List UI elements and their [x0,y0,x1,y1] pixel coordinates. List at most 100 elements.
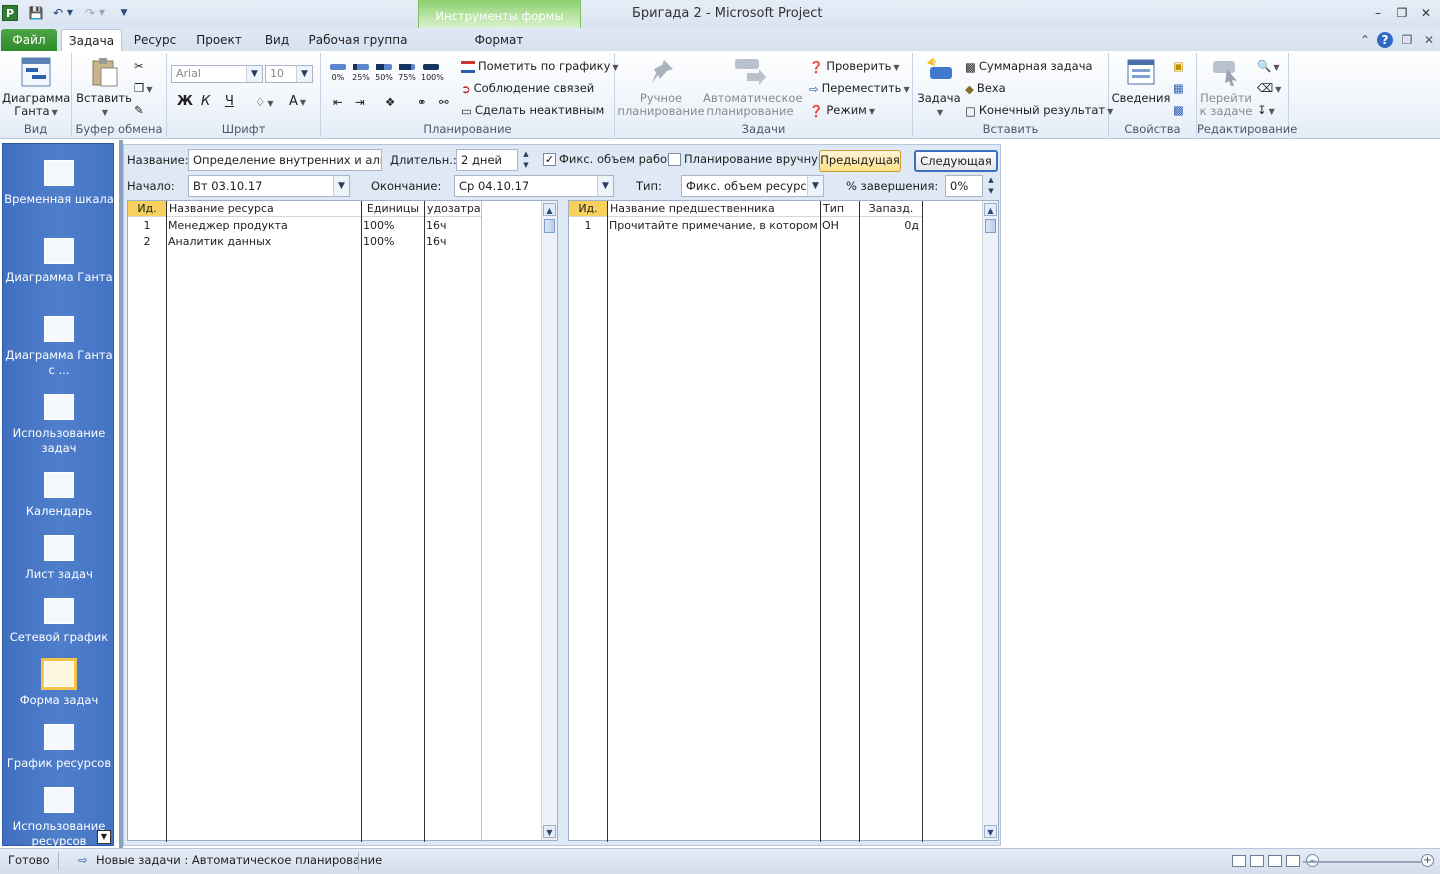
bold-button[interactable]: Ж [177,93,193,111]
doc-restore-icon[interactable]: ❐ [1399,32,1415,48]
tab-task[interactable]: Задача [61,29,122,51]
res-scrollbar[interactable]: ▲ ▼ [541,201,557,840]
duration-field[interactable]: 2 дней [456,149,518,171]
pct-75-button[interactable]: 75% [398,63,416,82]
find-icon[interactable]: 🔍 ▼ [1257,57,1279,75]
save-icon[interactable]: 💾 [28,5,44,21]
indent-icon[interactable]: ⇥ [355,93,365,111]
tab-resource[interactable]: Ресурс [130,29,180,51]
unlink-tasks-icon[interactable]: ⚯ [439,93,449,111]
tab-project[interactable]: Проект [190,29,248,51]
finish-field[interactable]: Ср 04.10.17 ▼ [454,175,614,197]
help-icon[interactable]: ? [1377,32,1393,48]
scroll-down-icon[interactable]: ▼ [543,825,556,838]
paste-button[interactable]: Вставить ▼ [74,57,134,119]
respect-links-button[interactable]: ➲ Соблюдение связей [461,79,594,97]
view-task-usage[interactable]: Использование задач [3,394,115,456]
type-field[interactable]: Фикс. объем ресурсов ▼ [681,175,824,197]
goto-task-button[interactable]: Перейти к задаче [1197,57,1255,118]
restore-icon[interactable]: ❐ [1395,6,1409,20]
name-field[interactable]: Определение внутренних и альтерн [188,149,382,171]
view-task-sheet[interactable]: Лист задач [3,535,115,582]
pred-scrollbar[interactable]: ▲ ▼ [982,201,998,840]
res-units[interactable]: 100% [363,234,423,250]
view-gantt[interactable]: Диаграмма Ганта [3,238,115,285]
clear-icon[interactable]: ⌫ ▼ [1257,79,1281,97]
pct-0-button[interactable]: 0% [329,63,347,82]
res-name[interactable]: Аналитик данных [168,234,360,250]
res-col-units[interactable]: Единицы [362,201,424,217]
information-button[interactable]: Сведения [1111,57,1171,105]
pred-col-type[interactable]: Тип [821,201,859,217]
more-views-icon[interactable]: ▼ [97,830,111,844]
fill-icon[interactable]: ↧ ▼ [1257,101,1275,119]
redo-icon[interactable]: ↷ [82,5,98,21]
undo-dropdown-icon[interactable]: ▼ [66,5,74,21]
font-color-button[interactable]: A ▼ [289,93,306,111]
pct-complete-field[interactable]: 0% [945,175,983,197]
gantt-chart-button[interactable]: Диаграмма Ганта ▼ [2,57,70,119]
manual-schedule-checkbox[interactable] [668,153,681,166]
pred-col-lag[interactable]: Запазд. [860,201,922,217]
view-task-form[interactable]: Форма задач [3,658,115,708]
view-timeline[interactable]: Временная шкала [3,160,115,207]
link-tasks-icon[interactable]: ⚭ [417,93,427,111]
start-field[interactable]: Вт 03.10.17 ▼ [188,175,350,197]
cut-icon[interactable]: ✂ [134,57,144,75]
resource-sheet-shortcut-icon[interactable] [1286,855,1300,867]
manual-schedule-button[interactable]: Ручное планирование [617,57,705,118]
res-units[interactable]: 100% [363,218,423,234]
scroll-up-icon[interactable]: ▲ [543,203,556,216]
inactivate-button[interactable]: ▭ Сделать неактивным [461,101,604,119]
zoom-in-icon[interactable]: + [1421,854,1434,867]
res-name[interactable]: Менеджер продукта [168,218,360,234]
underline-button[interactable]: Ч [225,93,234,111]
res-work[interactable]: 16ч [426,234,480,250]
pct-25-button[interactable]: 25% [352,63,370,82]
format-painter-icon[interactable]: ✎ [134,101,144,119]
undo-icon[interactable]: ↶ [50,5,66,21]
font-family-select[interactable]: Arial ▼ [171,65,263,83]
outdent-icon[interactable]: ⇤ [333,93,343,111]
scroll-thumb[interactable] [985,219,996,233]
team-planner-shortcut-icon[interactable] [1268,855,1282,867]
duration-spinner-icon[interactable]: ▲ ▼ [520,149,532,171]
customize-qat-icon[interactable]: ▼ [116,5,132,21]
tab-view[interactable]: Вид [258,29,296,51]
redo-dropdown-icon[interactable]: ▼ [98,5,106,21]
details-icon[interactable]: ▦ [1173,79,1184,97]
res-id[interactable]: 1 [128,218,166,234]
pred-type[interactable]: ОН [822,218,858,234]
status-new-tasks[interactable]: Новые задачи : Автоматическое планирован… [96,853,382,867]
pred-col-name[interactable]: Название предшественника [608,201,820,217]
project-logo-icon[interactable]: P [2,5,18,21]
insert-task-button[interactable]: Задача ▼ [915,57,963,119]
tab-file[interactable]: Файл [1,29,57,51]
view-network-diagram[interactable]: Сетевой график [3,598,115,645]
tab-team[interactable]: Рабочая группа [306,29,410,51]
split-task-icon[interactable]: ❖ [385,93,395,111]
res-col-id[interactable]: Ид. [128,201,166,217]
scroll-thumb[interactable] [544,219,555,233]
minimize-ribbon-icon[interactable]: ⌃ [1357,32,1373,48]
milestone-button[interactable]: ◆ Веха [965,79,1006,97]
view-tracking-gantt[interactable]: Диаграмма Ганта с ... [3,316,115,378]
res-col-work[interactable]: удозатрат [425,201,481,217]
pct-50-button[interactable]: 50% [375,63,393,82]
fill-color-icon[interactable]: ♢ ▼ [255,93,273,111]
finish-dropdown-icon[interactable]: ▼ [597,176,613,196]
next-button[interactable]: Следующая [914,150,998,172]
mode-button[interactable]: ❓ Режим ▼ [809,101,875,119]
task-usage-shortcut-icon[interactable] [1250,855,1264,867]
previous-button[interactable]: Предыдущая [819,150,901,172]
start-dropdown-icon[interactable]: ▼ [333,176,349,196]
view-calendar[interactable]: Календарь [3,472,115,519]
zoom-slider[interactable] [1303,861,1427,863]
font-size-select[interactable]: 10 ▼ [265,65,313,83]
scroll-down-icon[interactable]: ▼ [984,825,997,838]
auto-schedule-button[interactable]: Автоматическое планирование [703,57,803,118]
res-col-name[interactable]: Название ресурса [167,201,361,217]
scroll-up-icon[interactable]: ▲ [984,203,997,216]
pct-spinner-icon[interactable]: ▲ ▼ [985,175,997,197]
gantt-view-shortcut-icon[interactable] [1232,855,1246,867]
